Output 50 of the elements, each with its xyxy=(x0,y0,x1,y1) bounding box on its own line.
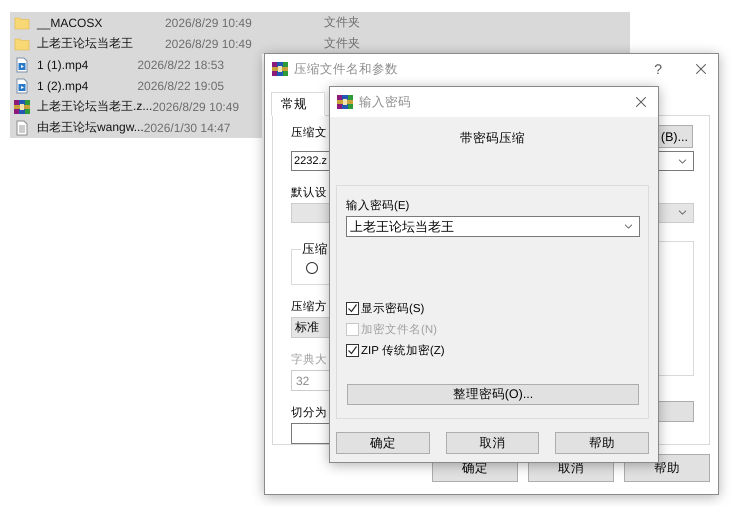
dialog-button[interactable]: 取消 xyxy=(446,432,540,454)
help-button[interactable]: ? xyxy=(654,61,662,77)
app-icon xyxy=(337,94,353,110)
file-row[interactable]: 由老王论坛wangw...2026/1/30 14:47 xyxy=(10,117,262,138)
password-combo[interactable]: 上老王论坛当老王 xyxy=(346,216,640,237)
field-label: 压缩方 xyxy=(291,299,327,314)
checkbox-label[interactable]: 显示密码(S) xyxy=(361,301,424,316)
field-label: 字典大 xyxy=(291,352,327,367)
video-file-icon xyxy=(14,78,30,94)
checkbox[interactable] xyxy=(346,302,359,315)
file-date: 2026/8/29 10:49 xyxy=(165,16,253,30)
file-name: 上老王论坛当老王 xyxy=(37,35,134,52)
file-name: __MACOSX xyxy=(37,16,104,30)
field-label: 压缩文 xyxy=(291,126,327,140)
file-type: 文件夹 xyxy=(324,14,360,31)
file-date: 2026/8/29 10:49 xyxy=(165,36,253,50)
window-title: 输入密码 xyxy=(359,94,412,110)
file-row[interactable]: __MACOSX 2026/8/29 10:49 文件夹 xyxy=(10,12,630,33)
dialog-button[interactable]: 确定 xyxy=(336,432,430,454)
dialog-button[interactable]: 帮助 xyxy=(555,432,650,454)
file-date: 2026/8/22 18:53 xyxy=(137,58,226,72)
dialog-heading: 带密码压缩 xyxy=(460,130,525,147)
file-row[interactable]: 上老王论坛当老王.z...2026/8/29 10:49 xyxy=(10,96,262,117)
archive-icon xyxy=(14,98,30,114)
text-file-icon xyxy=(14,120,30,136)
video-file-icon xyxy=(14,56,30,72)
group-label: 压缩 xyxy=(301,241,329,258)
field-label: 切分为 xyxy=(291,406,327,420)
file-date: 2026/1/30 14:47 xyxy=(144,120,232,134)
file-date: 2026/8/29 10:49 xyxy=(152,100,240,114)
file-name: 1 (2).mp4 xyxy=(37,78,90,92)
tab[interactable]: 常规 xyxy=(271,92,325,116)
file-row[interactable]: 上老王论坛当老王 2026/8/29 10:49 文件夹 xyxy=(10,33,630,54)
file-name: 1 (1).mp4 xyxy=(37,58,90,72)
radio-button[interactable] xyxy=(306,262,318,274)
folder-icon xyxy=(14,14,30,30)
file-type: 文件夹 xyxy=(324,35,360,52)
field-label: 输入密码(E) xyxy=(346,198,410,213)
file-date: 2026/8/22 19:05 xyxy=(137,78,226,92)
checkbox-label[interactable]: ZIP 传统加密(Z) xyxy=(361,343,445,358)
organize-passwords-button[interactable]: 整理密码(O)... xyxy=(347,384,639,405)
folder-icon xyxy=(14,36,30,52)
field-label: 默认设 xyxy=(291,186,327,200)
file-name: 上老王论坛当老王.z... xyxy=(37,98,152,115)
file-name: 由老王论坛wangw... xyxy=(37,119,144,136)
file-row[interactable]: 1 (1).mp4 2026/8/22 18:53 xyxy=(10,54,262,75)
file-row[interactable]: 1 (2).mp4 2026/8/22 19:05 xyxy=(10,75,262,96)
app-icon xyxy=(272,61,288,77)
window-title: 压缩文件名和参数 xyxy=(294,60,399,78)
checkbox[interactable] xyxy=(346,344,359,357)
